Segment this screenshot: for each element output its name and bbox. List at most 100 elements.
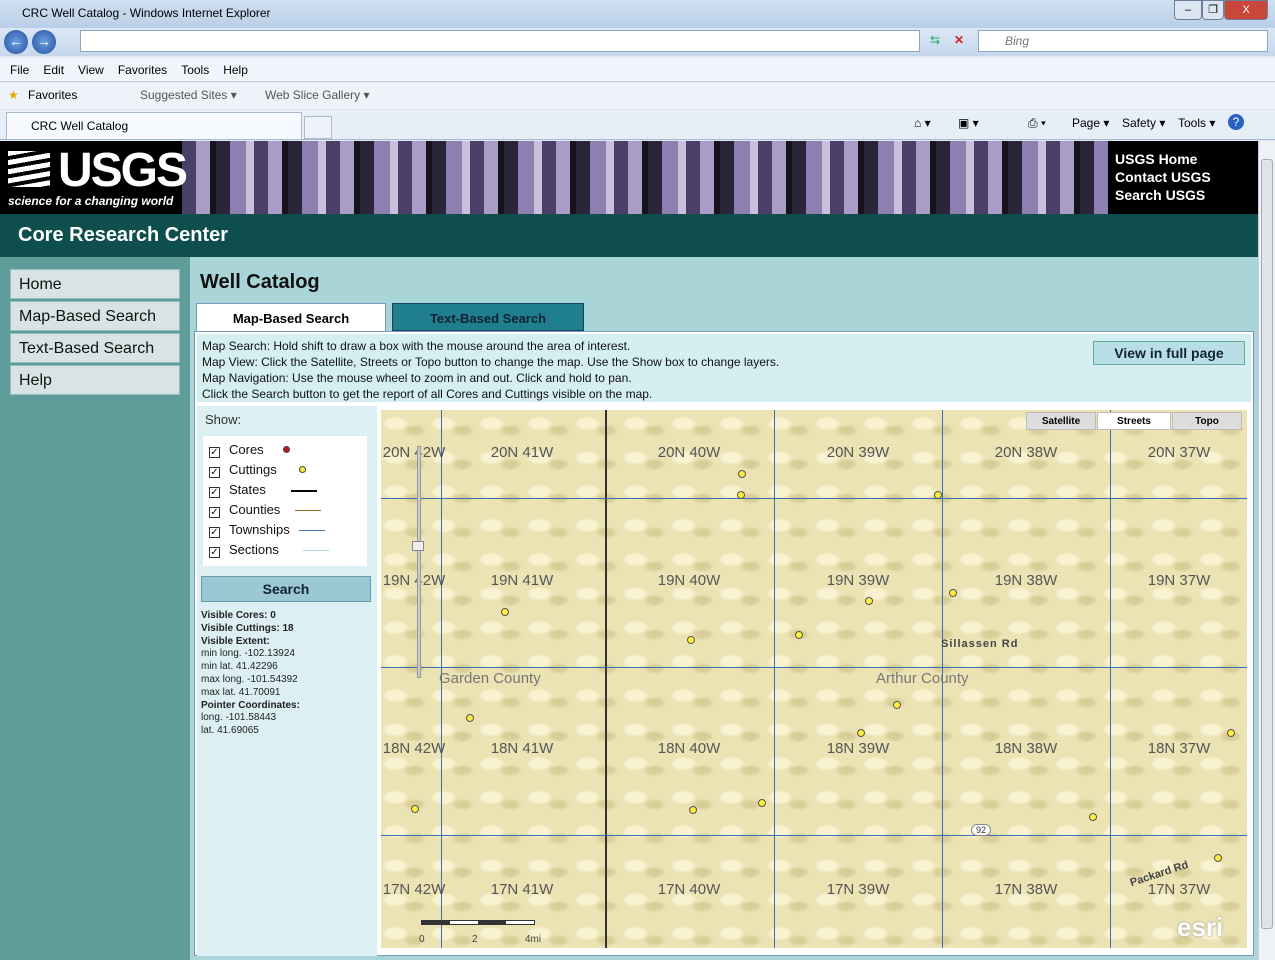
suggested-sites-link[interactable]: Suggested Sites ▾ (140, 88, 237, 102)
minimize-button[interactable]: – (1174, 0, 1202, 20)
cores-label: Visible Cores: (201, 610, 268, 621)
favorites-button[interactable]: Favorites (28, 88, 77, 102)
map-search-panel: Map Search: Hold shift to draw a box wit… (194, 331, 1254, 956)
layer-label: Sections (229, 542, 279, 557)
menu-tools[interactable]: Tools (181, 63, 209, 77)
township-label: 20N 39W (826, 444, 890, 461)
layer-checkbox[interactable]: ✓ (209, 547, 220, 558)
layer-cuttings[interactable]: ✓ Cuttings (209, 462, 306, 478)
sidebar-item-home[interactable]: Home (10, 269, 180, 299)
back-button[interactable]: ← (4, 30, 28, 54)
cuttings-marker (737, 491, 745, 499)
township-label: 19N 38W (994, 572, 1058, 589)
stop-icon[interactable]: ✕ (954, 33, 964, 47)
instruction-line: Click the Search button to get the repor… (202, 387, 653, 401)
web-slice-gallery-link[interactable]: Web Slice Gallery ▾ (265, 88, 370, 102)
close-button[interactable]: X (1224, 0, 1268, 20)
satellite-button[interactable]: Satellite (1026, 412, 1096, 430)
layer-symbol (295, 510, 321, 511)
layer-label: Townships (229, 522, 290, 537)
layer-checkbox[interactable]: ✓ (209, 447, 220, 458)
road-label: Sillassen Rd (941, 638, 1019, 650)
county-label: Garden County (439, 670, 541, 687)
extent-label: Visible Extent: (201, 635, 270, 647)
layer-townships[interactable]: ✓ Townships (209, 522, 325, 538)
page-title: Well Catalog (200, 271, 320, 293)
township-line (1110, 410, 1111, 948)
feeds-icon[interactable]: ▣ ▾ (958, 116, 979, 130)
page-menu[interactable]: Page ▾ (1072, 116, 1109, 130)
safety-menu[interactable]: Safety ▾ (1122, 116, 1165, 130)
cuttings-marker (949, 589, 957, 597)
new-tab-button[interactable] (304, 116, 332, 139)
vertical-scrollbar[interactable] (1258, 141, 1275, 960)
zoom-slider[interactable] (417, 446, 421, 678)
title-bar: CRC Well Catalog - Windows Internet Expl… (0, 0, 1275, 28)
print-icon[interactable]: ⎙ ▾ (1028, 116, 1046, 131)
tab-map-search[interactable]: Map-Based Search (196, 303, 386, 333)
menu-edit[interactable]: Edit (43, 63, 64, 77)
tab-text-search[interactable]: Text-Based Search (392, 303, 584, 331)
cuttings-marker (689, 806, 697, 814)
sidebar-item-text-search[interactable]: Text-Based Search (10, 333, 180, 363)
cuttings-marker (738, 470, 746, 478)
address-input[interactable] (80, 30, 920, 52)
map[interactable]: 20N 42W 20N 41W 20N 40W 20N 39W 20N 38W 20N 3… (381, 410, 1247, 948)
layer-checkbox[interactable]: ✓ (209, 507, 220, 518)
sidebar-item-help[interactable]: Help (10, 365, 180, 395)
max-long: max long. -101.54392 (201, 673, 298, 685)
min-long: min long. -102.13924 (201, 648, 295, 660)
layer-symbol (299, 530, 325, 531)
help-icon[interactable]: ? (1228, 114, 1244, 130)
cuttings-marker (893, 701, 901, 709)
search-usgs-link[interactable]: Search USGS (1115, 186, 1258, 204)
township-label: 20N 38W (994, 444, 1058, 461)
sidebar: Home Map-Based Search Text-Based Search … (0, 257, 190, 960)
contact-usgs-link[interactable]: Contact USGS (1115, 168, 1258, 186)
browser-tab[interactable]: CRC Well Catalog (6, 112, 302, 139)
menu-help[interactable]: Help (223, 63, 248, 77)
view-full-page-button[interactable]: View in full page (1093, 341, 1245, 365)
layer-counties[interactable]: ✓ Counties (209, 502, 321, 518)
layer-checkbox[interactable]: ✓ (209, 527, 220, 538)
topo-button[interactable]: Topo (1172, 412, 1242, 430)
search-button[interactable]: Search (201, 576, 371, 602)
township-label: 20N 37W (1147, 444, 1211, 461)
sidebar-item-map-search[interactable]: Map-Based Search (10, 301, 180, 331)
layer-checkbox[interactable]: ✓ (209, 467, 220, 478)
search-input[interactable]: Bing (978, 30, 1268, 52)
township-line (381, 667, 1247, 668)
layer-states[interactable]: ✓ States (209, 482, 317, 498)
tools-menu[interactable]: Tools ▾ (1178, 116, 1215, 130)
web-page: USGS science for a changing world USGS H… (0, 141, 1258, 960)
logo-tagline: science for a changing world (8, 194, 174, 208)
zoom-slider-handle[interactable] (412, 541, 424, 551)
scrollbar-thumb[interactable] (1261, 159, 1273, 929)
usgs-logo[interactable]: USGS science for a changing world (0, 141, 188, 214)
home-icon[interactable]: ⌂ ▾ (914, 116, 931, 130)
cuttings-marker (1227, 729, 1235, 737)
township-label: 18N 37W (1147, 740, 1211, 757)
streets-button[interactable]: Streets (1097, 412, 1171, 430)
layer-symbol (299, 466, 306, 473)
menu-file[interactable]: File (10, 63, 29, 77)
pointer-long: long. -101.58443 (201, 712, 277, 724)
menu-favorites[interactable]: Favorites (118, 63, 167, 77)
refresh-icon[interactable]: ⇆ (930, 33, 940, 47)
cuttings-label: Visible Cuttings: (201, 622, 280, 634)
restore-button[interactable]: ❐ (1202, 0, 1224, 20)
layer-label: Cuttings (229, 462, 277, 477)
usgs-wave-icon (8, 151, 50, 187)
usgs-home-link[interactable]: USGS Home (1115, 150, 1258, 168)
forward-button[interactable]: → (32, 30, 56, 54)
menu-view[interactable]: View (78, 63, 104, 77)
map-features: 20N 42W 20N 41W 20N 40W 20N 39W 20N 38W 20N 3… (381, 410, 1247, 948)
layer-checkbox[interactable]: ✓ (209, 487, 220, 498)
layer-symbol (303, 550, 329, 551)
layer-cores[interactable]: ✓ Cores (209, 442, 290, 458)
township-label: 17N 39W (826, 881, 890, 898)
township-line (381, 835, 1247, 836)
layer-sections[interactable]: ✓ Sections (209, 542, 329, 558)
cuttings-marker (687, 636, 695, 644)
instruction-line: Map Navigation: Use the mouse wheel to z… (202, 371, 632, 385)
